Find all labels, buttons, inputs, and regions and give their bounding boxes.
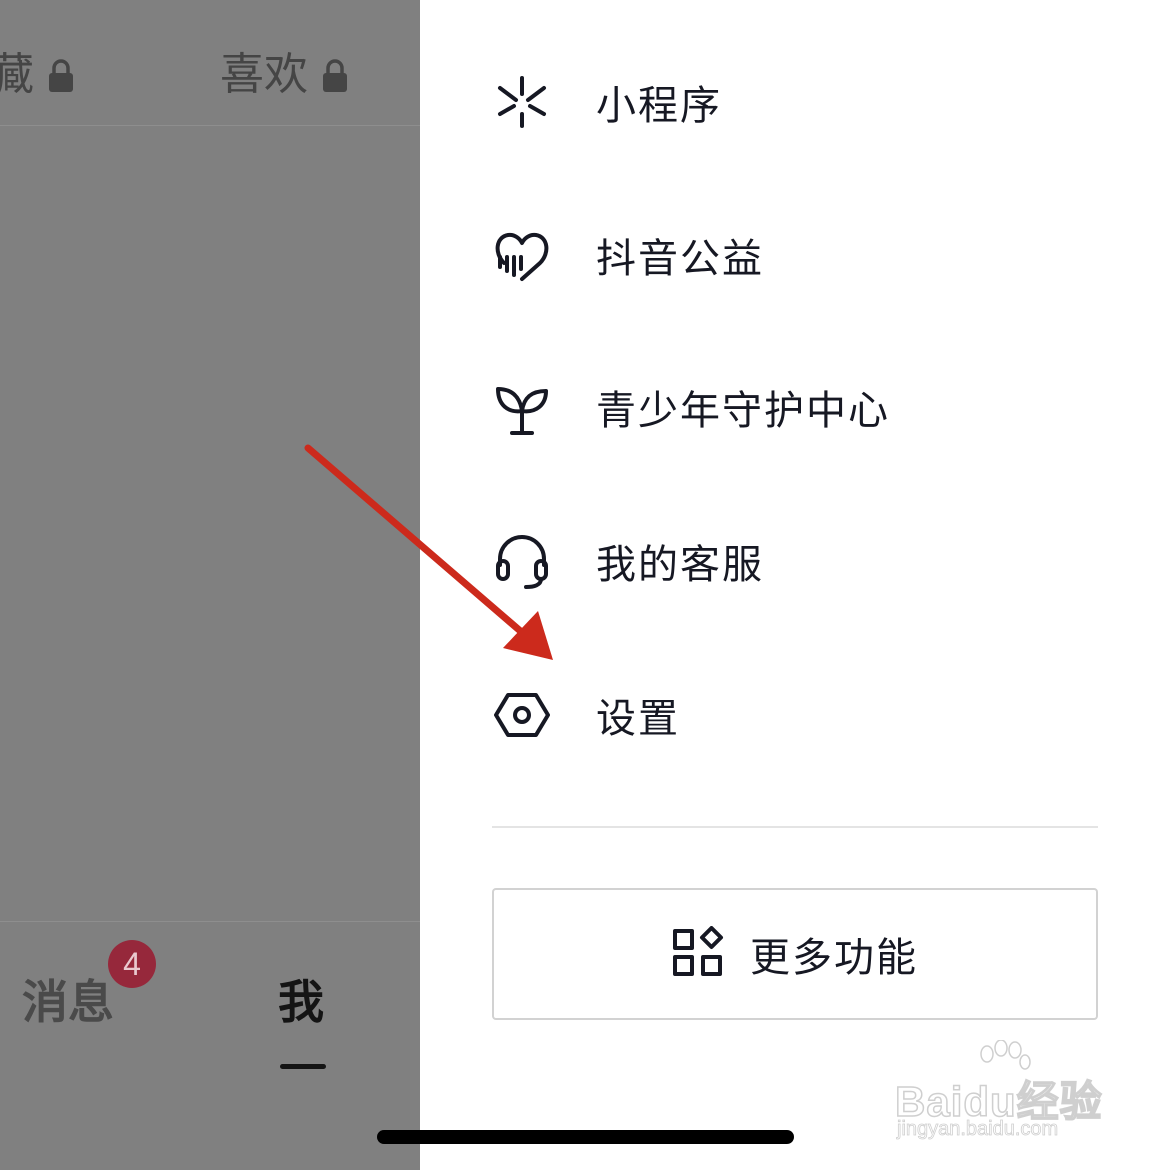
home-indicator[interactable] [377,1130,794,1144]
annotation-arrow [304,444,553,660]
baidu-watermark: Baidu经验 jingyan.baidu.com [894,1040,1115,1150]
watermark-url: jingyan.baidu.com [897,1118,1059,1141]
